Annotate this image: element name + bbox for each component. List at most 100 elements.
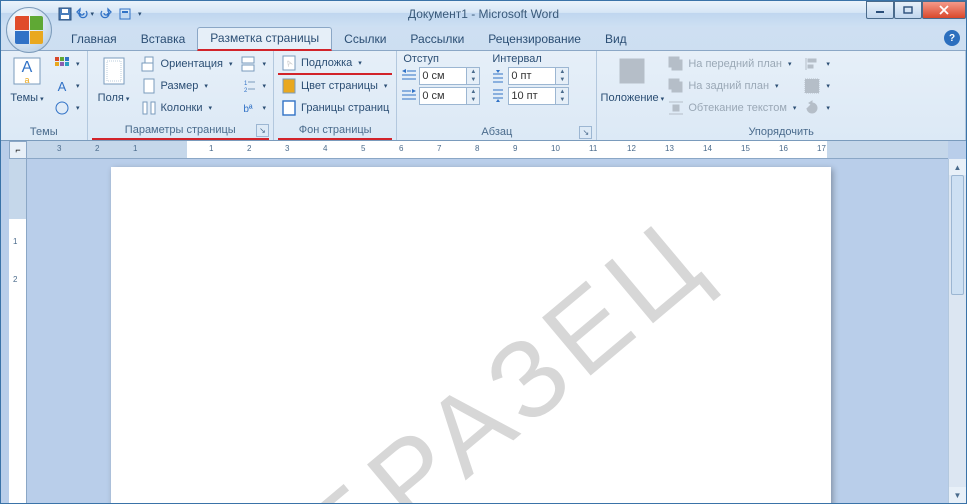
spin-down[interactable]: ▼: [556, 76, 568, 84]
spacing-after-spinner[interactable]: ▲▼: [508, 87, 569, 105]
hyphenation-icon: bª: [240, 100, 256, 116]
qat-save-button[interactable]: [56, 5, 74, 23]
spin-down[interactable]: ▼: [556, 96, 568, 104]
spin-up[interactable]: ▲: [467, 88, 479, 96]
theme-effects-button[interactable]: ▾: [51, 97, 83, 119]
orientation-button[interactable]: Ориентация▾: [138, 53, 236, 75]
indent-right-spinner[interactable]: ▲▼: [419, 87, 480, 105]
indent-right-input[interactable]: [420, 90, 466, 102]
tab-home[interactable]: Главная: [59, 29, 129, 50]
scroll-down-button[interactable]: ▼: [949, 487, 966, 503]
fonts-icon: A: [54, 78, 70, 94]
document-area: ⌐ 3211234567891011121314151617 12 ОБРАЗЕ…: [1, 141, 966, 503]
text-wrap-button: Обтекание текстом▾: [665, 97, 799, 119]
paragraph-launcher[interactable]: ↘: [579, 126, 592, 139]
spin-up[interactable]: ▲: [556, 88, 568, 96]
breaks-button[interactable]: ▾: [237, 53, 269, 75]
ribbon: Aa Темы▾ ▾ A▾ ▾ Темы Поля▾ Ориентация▾: [1, 51, 966, 141]
watermark-text: ОБРАЗЕЦ: [211, 194, 732, 503]
watermark-icon: A: [281, 55, 297, 71]
maximize-button[interactable]: [894, 1, 922, 19]
margins-button[interactable]: Поля▾: [92, 53, 136, 108]
close-button[interactable]: [922, 1, 966, 19]
quick-access-toolbar: ▾ ▾: [56, 1, 142, 27]
app-window: ▾ ▾ Документ1 - Microsoft Word Главная В…: [0, 0, 967, 504]
spin-up[interactable]: ▲: [467, 68, 479, 76]
spin-down[interactable]: ▼: [467, 96, 479, 104]
tab-references[interactable]: Ссылки: [332, 29, 398, 50]
spin-down[interactable]: ▼: [467, 76, 479, 84]
page-color-button[interactable]: Цвет страницы▾: [278, 75, 392, 97]
tab-insert[interactable]: Вставка: [129, 29, 198, 50]
margins-icon: [98, 55, 130, 87]
group-title-themes: Темы: [5, 125, 83, 140]
themes-button[interactable]: Aa Темы▾: [5, 53, 49, 108]
tab-page-layout[interactable]: Разметка страницы: [197, 27, 332, 51]
group-icon: [804, 78, 820, 94]
indent-left-icon: [401, 68, 417, 84]
group-title-paragraph: Абзац↘: [401, 125, 592, 140]
page-borders-icon: [281, 100, 297, 116]
group-page-background: AПодложка▾ Цвет страницы▾ Границы страни…: [274, 51, 397, 140]
spacing-after-input[interactable]: [509, 90, 555, 102]
rotate-button: ▾: [801, 97, 833, 119]
tab-selector[interactable]: ⌐: [9, 141, 27, 159]
group-arrange: Положение▾ На передний план▾ На задний п…: [597, 51, 966, 140]
theme-colors-button[interactable]: ▾: [51, 53, 83, 75]
position-icon: [616, 55, 648, 87]
group-title-page-setup: Параметры страницы↘: [92, 123, 269, 140]
vertical-ruler[interactable]: 12: [9, 159, 27, 503]
spin-up[interactable]: ▲: [556, 68, 568, 76]
svg-text:bª: bª: [244, 104, 254, 115]
vertical-scrollbar[interactable]: ▲ ▼: [948, 159, 966, 503]
size-icon: [141, 78, 157, 94]
qat-preview-button[interactable]: [116, 5, 134, 23]
columns-icon: [141, 100, 157, 116]
group-themes: Aa Темы▾ ▾ A▾ ▾ Темы: [1, 51, 88, 140]
align-icon: [804, 56, 820, 72]
effects-icon: [54, 100, 70, 116]
tab-review[interactable]: Рецензирование: [476, 29, 593, 50]
scroll-up-button[interactable]: ▲: [949, 159, 966, 175]
hyphenation-button[interactable]: bª▾: [237, 97, 269, 119]
text-wrap-icon: [668, 100, 684, 116]
rotate-icon: [804, 100, 820, 116]
line-numbers-button[interactable]: 12▾: [237, 75, 269, 97]
themes-icon: Aa: [11, 55, 43, 87]
indent-left-input[interactable]: [420, 70, 466, 82]
columns-button[interactable]: Колонки▾: [138, 97, 236, 119]
qat-redo-button[interactable]: [96, 5, 114, 23]
minimize-button[interactable]: [866, 1, 894, 19]
position-button: Положение▾: [601, 53, 663, 108]
colors-icon: [54, 56, 70, 72]
help-button[interactable]: ?: [944, 30, 960, 46]
theme-fonts-button[interactable]: A▾: [51, 75, 83, 97]
group-paragraph: Отступ ▲▼ ▲▼ Интервал ▲▼: [397, 51, 597, 140]
svg-text:a: a: [24, 75, 29, 85]
bring-front-button: На передний план▾: [665, 53, 799, 75]
spacing-before-spinner[interactable]: ▲▼: [508, 67, 569, 85]
indent-label: Отступ: [401, 53, 480, 65]
horizontal-ruler[interactable]: 3211234567891011121314151617: [27, 141, 948, 159]
breaks-icon: [240, 56, 256, 72]
send-back-button: На задний план▾: [665, 75, 799, 97]
tab-mailings[interactable]: Рассылки: [398, 29, 476, 50]
spacing-before-input[interactable]: [509, 70, 555, 82]
page-borders-button[interactable]: Границы страниц: [278, 97, 392, 119]
page-viewport[interactable]: ОБРАЗЕЦ: [27, 159, 948, 503]
qat-customize-arrow[interactable]: ▾: [138, 10, 142, 18]
tab-view[interactable]: Вид: [593, 29, 639, 50]
office-button[interactable]: [6, 7, 52, 53]
qat-undo-button[interactable]: ▾: [76, 5, 94, 23]
size-button[interactable]: Размер▾: [138, 75, 236, 97]
scroll-thumb[interactable]: [951, 175, 964, 295]
indent-left-spinner[interactable]: ▲▼: [419, 67, 480, 85]
svg-text:2: 2: [244, 88, 248, 94]
indent-right-icon: [401, 88, 417, 104]
svg-text:1: 1: [244, 81, 248, 87]
align-button: ▾: [801, 53, 833, 75]
spacing-after-icon: [490, 88, 506, 104]
page-setup-launcher[interactable]: ↘: [256, 124, 269, 137]
page[interactable]: ОБРАЗЕЦ: [111, 167, 831, 503]
watermark-button[interactable]: AПодложка▾: [278, 53, 392, 75]
